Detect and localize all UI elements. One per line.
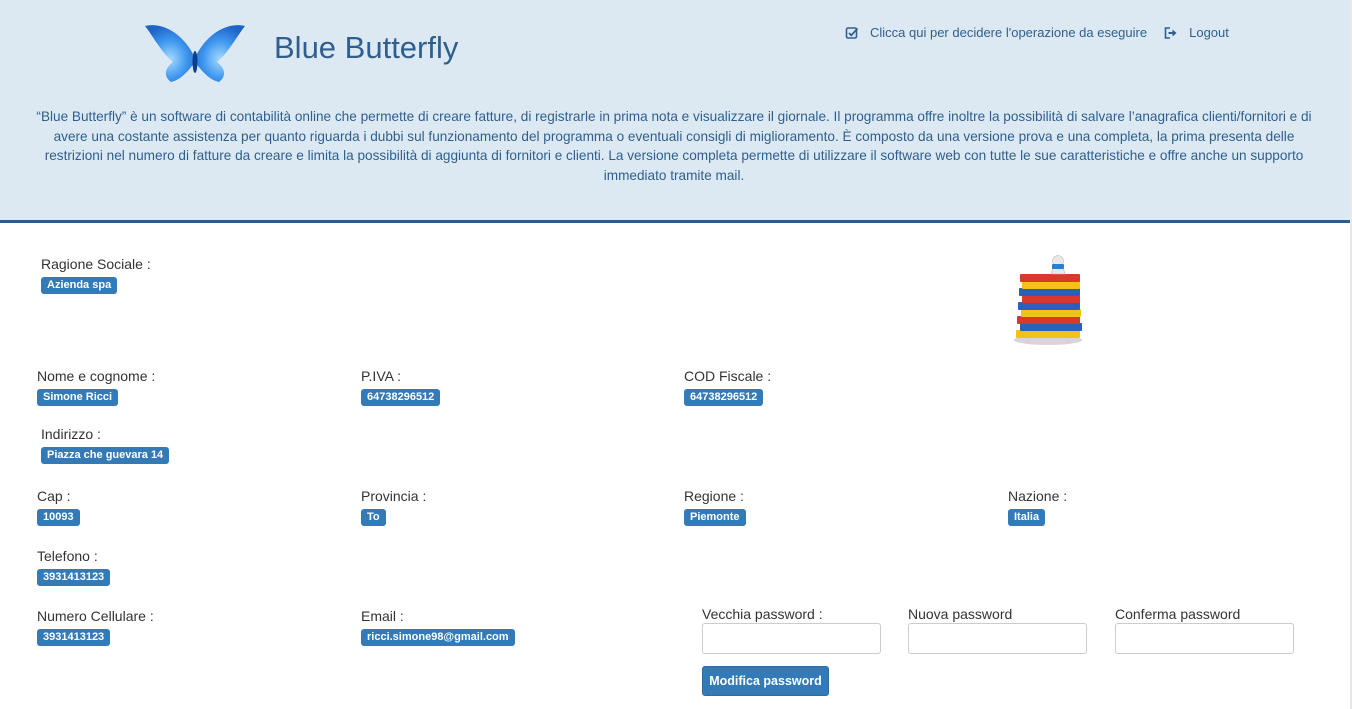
piva-label: P.IVA : <box>361 368 401 384</box>
book-stack-icon <box>1014 255 1082 345</box>
regione-value: Piemonte <box>684 509 746 526</box>
app-title: Blue Butterfly <box>274 30 459 65</box>
cod-fiscale-value: 64738296512 <box>684 389 764 406</box>
ragione-sociale-value: Azienda spa <box>41 277 118 294</box>
new-password-label: Nuova password <box>908 606 1013 622</box>
regione-label: Regione : <box>684 488 744 504</box>
old-password-input[interactable] <box>702 623 881 654</box>
cod-fiscale-label: COD Fiscale : <box>684 368 772 384</box>
change-password-button[interactable]: Modifica password <box>702 666 829 696</box>
nazione-value: Italia <box>1008 509 1046 526</box>
check-square-icon <box>845 26 859 39</box>
cellulare-label: Numero Cellulare : <box>37 608 154 624</box>
logout-link[interactable]: Logout <box>1163 25 1229 40</box>
cap-value: 10093 <box>37 509 80 526</box>
new-password-input[interactable] <box>908 623 1087 654</box>
top-navigation: Clicca qui per decidere l'operazione da … <box>845 25 1229 40</box>
cellulare-value: 3931413123 <box>37 629 111 646</box>
butterfly-logo-icon <box>145 25 245 82</box>
email-label: Email : <box>361 608 404 624</box>
indirizzo-label: Indirizzo : <box>41 426 101 442</box>
choose-operation-link[interactable]: Clicca qui per decidere l'operazione da … <box>845 25 1147 40</box>
indirizzo-value: Piazza che guevara 14 <box>41 447 170 464</box>
nome-cognome-label: Nome e cognome : <box>37 368 156 384</box>
ragione-sociale-label: Ragione Sociale : <box>41 256 151 272</box>
app-description: “Blue Butterfly” è un software di contab… <box>36 109 1312 183</box>
email-value: ricci.simone98@gmail.com <box>361 629 515 646</box>
provincia-value: To <box>361 509 386 526</box>
choose-operation-label: Clicca qui per decidere l'operazione da … <box>870 25 1148 40</box>
old-password-label: Vecchia password : <box>702 606 823 622</box>
logout-label: Logout <box>1189 25 1229 40</box>
nazione-label: Nazione : <box>1008 488 1068 504</box>
telefono-label: Telefono : <box>37 548 98 564</box>
logout-icon <box>1164 26 1177 39</box>
confirm-password-input[interactable] <box>1115 623 1294 654</box>
telefono-value: 3931413123 <box>37 569 111 586</box>
confirm-password-label: Conferma password <box>1115 606 1241 622</box>
piva-value: 64738296512 <box>361 389 441 406</box>
cap-label: Cap : <box>37 488 71 504</box>
provincia-label: Provincia : <box>361 488 427 504</box>
page-header: Blue Butterfly Clicca qui per decidere l… <box>0 0 1350 223</box>
nome-cognome-value: Simone Ricci <box>37 389 119 406</box>
